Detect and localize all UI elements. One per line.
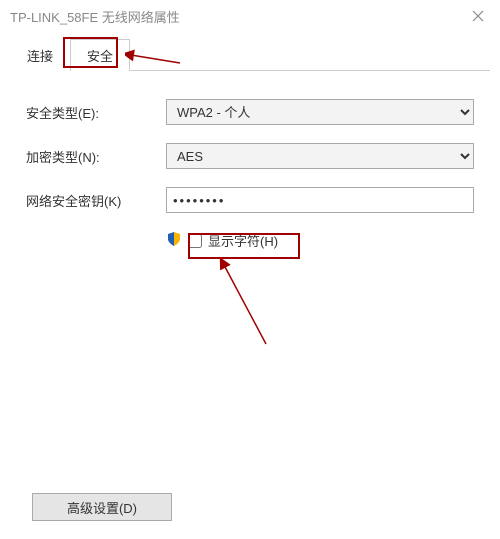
show-chars-checkbox[interactable] [188,234,202,248]
security-type-label: 安全类型(E): [26,103,166,122]
shield-icon [166,231,182,250]
footer: 高级设置(D) [32,493,172,521]
key-label: 网络安全密钥(K) [26,191,166,210]
row-show-chars: 显示字符(H) [166,231,474,250]
annotation-arrow-checkbox [216,259,276,349]
encryption-select[interactable]: AES [166,143,474,169]
row-key: 网络安全密钥(K) [26,187,474,213]
show-chars-label[interactable]: 显示字符(H) [208,231,278,250]
tab-security[interactable]: 安全 [70,39,130,71]
encryption-label: 加密类型(N): [26,147,166,166]
row-encryption: 加密类型(N): AES [26,143,474,169]
security-type-select[interactable]: WPA2 - 个人 [166,99,474,125]
security-panel: 安全类型(E): WPA2 - 个人 加密类型(N): AES 网络安全密钥(K… [10,71,490,260]
close-button[interactable] [456,0,500,32]
row-security-type: 安全类型(E): WPA2 - 个人 [26,99,474,125]
window-title: TP-LINK_58FE 无线网络属性 [10,7,456,26]
close-icon [472,10,484,22]
tab-bar: 连接 安全 [10,38,490,71]
window-titlebar: TP-LINK_58FE 无线网络属性 [0,0,500,32]
advanced-settings-button[interactable]: 高级设置(D) [32,493,172,521]
key-input[interactable] [166,187,474,213]
tab-connect[interactable]: 连接 [10,39,70,71]
